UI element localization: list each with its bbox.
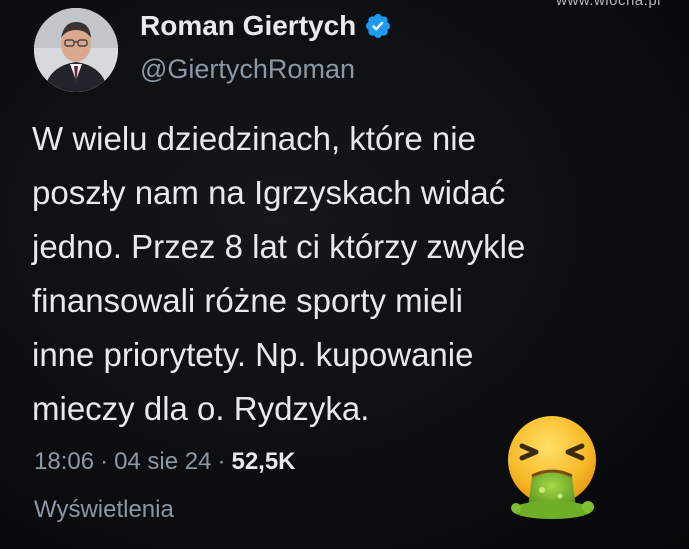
verified-badge-icon: [366, 14, 391, 38]
tweet-screenshot: www.wiocha.pl Roman Giertych @GiertychRo…: [0, 0, 689, 549]
views-label: Wyświetlenia: [34, 496, 174, 523]
author-handle[interactable]: @GiertychRoman: [140, 54, 355, 85]
watermark: www.wiocha.pl: [556, 0, 661, 9]
avatar[interactable]: [34, 8, 118, 92]
tweet-time[interactable]: 18:06: [34, 448, 94, 476]
meta-separator: ·: [100, 448, 109, 475]
face-vomiting-icon: [496, 410, 608, 522]
tweet-meta: 18:06 · 04 sie 24 · 52,5K: [34, 448, 296, 476]
view-count[interactable]: 52,5K: [231, 448, 295, 476]
tweet-text: W wielu dziedzinach, które nie poszły na…: [32, 120, 526, 427]
tweet-date[interactable]: 04 sie 24: [114, 448, 211, 476]
author-name[interactable]: Roman Giertych: [140, 10, 356, 42]
avatar-photo-icon: [34, 8, 118, 92]
author-row: Roman Giertych: [140, 10, 392, 42]
meta-separator: ·: [217, 448, 226, 475]
